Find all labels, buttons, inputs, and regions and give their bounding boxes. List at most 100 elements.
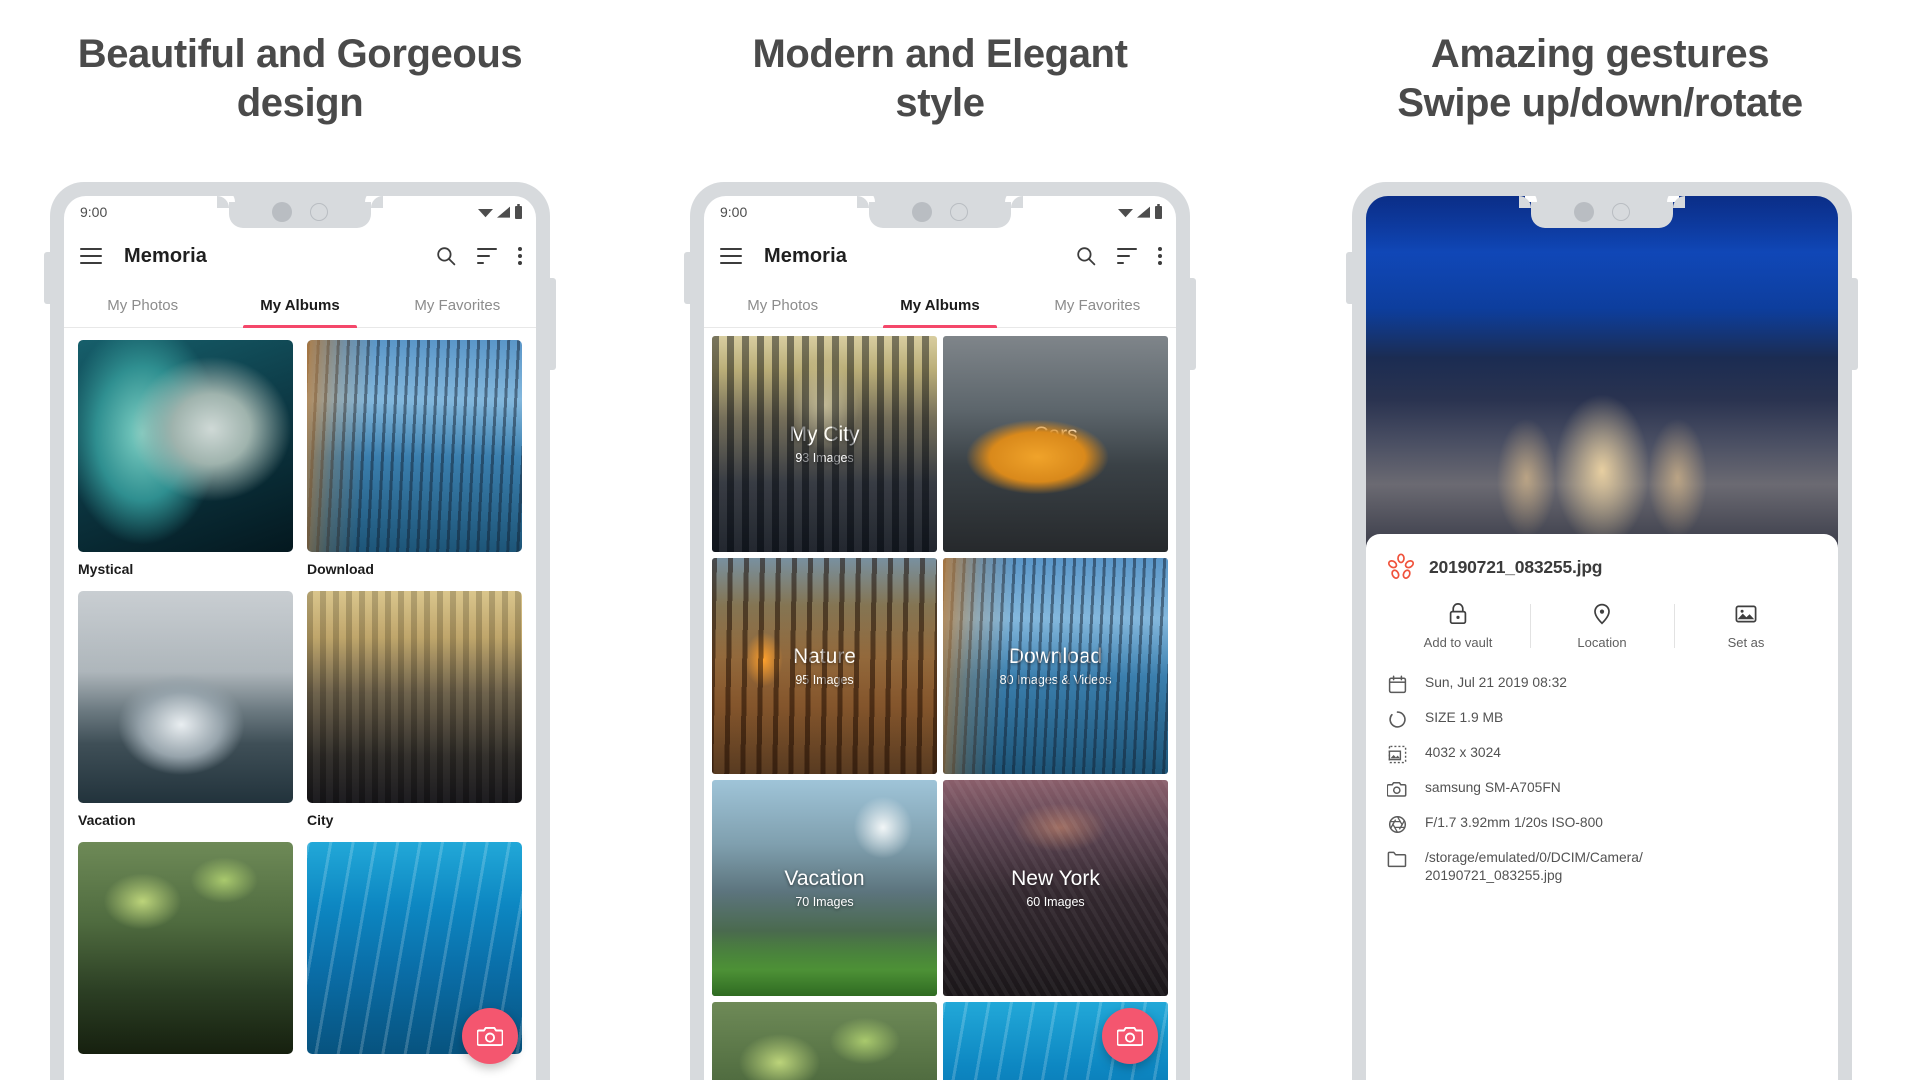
album-card[interactable]: City: [307, 591, 522, 828]
phone-screen-2: 9:00 Memoria My Photos My Albums My Favo…: [704, 196, 1176, 1080]
wifi-icon: [478, 209, 493, 218]
album-tile[interactable]: My City 93 Images: [712, 336, 937, 552]
status-time: 9:00: [720, 204, 748, 220]
camera-icon: [477, 1026, 503, 1047]
tab-bar-1: My Photos My Albums My Favorites: [64, 284, 536, 328]
feature-panel-design: Beautiful and Gorgeous design 9:00 Memor…: [0, 0, 600, 1080]
status-bar-2: 9:00: [704, 196, 1176, 228]
wifi-icon: [1118, 209, 1133, 218]
metadata-text: Sun, Jul 21 2019 08:32: [1425, 675, 1567, 690]
album-tile[interactable]: New York 60 Images: [943, 780, 1168, 996]
app-bar-actions: [436, 246, 522, 266]
search-icon[interactable]: [1076, 246, 1096, 266]
album-overlay: Nature 95 Images: [712, 558, 937, 774]
phone-mockup-2: 9:00 Memoria My Photos My Albums My Favo…: [684, 182, 1196, 1080]
file-header-row: 20190721_083255.jpg: [1386, 552, 1818, 582]
screenshot-root: Beautiful and Gorgeous design 9:00 Memor…: [0, 0, 1920, 1080]
more-vertical-icon[interactable]: [1158, 247, 1162, 265]
album-card[interactable]: Vacation: [78, 591, 293, 828]
battery-icon: [515, 203, 522, 219]
camera-fab-button[interactable]: [1102, 1008, 1158, 1064]
album-card[interactable]: Mystical: [78, 340, 293, 577]
search-icon[interactable]: [436, 246, 456, 266]
status-indicators: [478, 203, 522, 219]
app-bar-1: Memoria: [64, 228, 536, 284]
album-count: 31 Images: [1026, 450, 1085, 465]
tab-my-albums[interactable]: My Albums: [221, 284, 378, 328]
album-name: City: [307, 812, 334, 828]
sort-icon[interactable]: [477, 248, 497, 264]
folder-icon: [1386, 849, 1408, 868]
metadata-list: Sun, Jul 21 2019 08:32 SIZE 1.9 MB 4032 …: [1386, 674, 1818, 895]
album-card[interactable]: [78, 842, 293, 1054]
album-card[interactable]: Download: [307, 340, 522, 577]
hamburger-menu-icon[interactable]: [720, 248, 742, 264]
album-thumbnail: [307, 591, 522, 803]
phone-mockup-3: 20190721_083255.jpg Add to vault Locatio…: [1346, 182, 1858, 1080]
metadata-row-size: SIZE 1.9 MB: [1386, 709, 1818, 729]
add-to-vault-button[interactable]: Add to vault: [1386, 602, 1530, 650]
album-tile[interactable]: Nature 95 Images: [712, 558, 937, 774]
album-name: Vacation: [78, 812, 136, 828]
feature-panel-style: Modern and Elegant style 9:00 Memoria My…: [600, 0, 1280, 1080]
signal-icon: [1137, 206, 1150, 218]
camera-icon: [1386, 779, 1408, 799]
tab-my-favorites[interactable]: My Favorites: [379, 284, 536, 327]
file-name: 20190721_083255.jpg: [1429, 556, 1603, 577]
more-vertical-icon[interactable]: [518, 247, 522, 265]
proximity-sensor-icon: [1612, 203, 1630, 221]
tab-my-albums[interactable]: My Albums: [861, 284, 1018, 328]
album-tile[interactable]: [712, 1002, 937, 1080]
album-overlay: Vacation 70 Images: [712, 780, 937, 996]
metadata-text: SIZE 1.9 MB: [1425, 710, 1504, 725]
photo-action-bar: Add to vault Location Set as: [1386, 602, 1818, 650]
album-tile[interactable]: Vacation 70 Images: [712, 780, 937, 996]
album-list-grid: Mystical Download Vacation City: [64, 328, 536, 1054]
metadata-text: F/1.7 3.92mm 1/20s ISO-800: [1425, 815, 1603, 830]
panel-3-headline-line2: Swipe up/down/rotate: [1397, 80, 1803, 125]
tab-my-photos[interactable]: My Photos: [704, 284, 861, 327]
battery-icon: [1155, 203, 1162, 219]
lock-icon: [1449, 603, 1467, 625]
panel-1-headline-line1: Beautiful and Gorgeous: [77, 32, 523, 76]
album-count: 93 Images: [795, 450, 854, 465]
metadata-row-date: Sun, Jul 21 2019 08:32: [1386, 674, 1818, 694]
set-as-button[interactable]: Set as: [1674, 602, 1818, 650]
camera-fab-button[interactable]: [462, 1008, 518, 1064]
album-name: Mystical: [78, 561, 134, 577]
location-button[interactable]: Location: [1530, 602, 1674, 650]
panel-2-headline-line1: Modern and Elegant: [752, 32, 1128, 76]
app-bar-actions: [1076, 246, 1162, 266]
album-tile[interactable]: Cars 31 Images: [943, 336, 1168, 552]
album-name: Cars: [1033, 423, 1078, 447]
app-title: Memoria: [124, 244, 207, 267]
album-name: Download: [1008, 645, 1103, 669]
album-overlay: Cars 31 Images: [943, 336, 1168, 552]
flower-logo-icon: [1387, 553, 1415, 579]
metadata-row-exposure: F/1.7 3.92mm 1/20s ISO-800: [1386, 814, 1818, 834]
aperture-icon: [1386, 814, 1408, 834]
tab-my-photos[interactable]: My Photos: [64, 284, 221, 327]
status-bar-1: 9:00: [64, 196, 536, 228]
panel-1-headline-line2: design: [236, 80, 364, 125]
photo-viewer-image[interactable]: [1366, 196, 1838, 548]
album-name: Nature: [792, 645, 857, 669]
tab-bar-2: My Photos My Albums My Favorites: [704, 284, 1176, 328]
app-title: Memoria: [764, 244, 847, 267]
album-name: Vacation: [784, 867, 865, 891]
sort-icon[interactable]: [1117, 248, 1137, 264]
status-indicators: [1118, 203, 1162, 219]
tab-my-favorites[interactable]: My Favorites: [1019, 284, 1176, 327]
app-bar-2: Memoria: [704, 228, 1176, 284]
metadata-text: samsung SM-A705FN: [1425, 780, 1561, 795]
album-thumbnail: [78, 591, 293, 803]
map-pin-icon: [1594, 603, 1610, 625]
phone-screen-3: 20190721_083255.jpg Add to vault Locatio…: [1366, 196, 1838, 1080]
album-count: 95 Images: [795, 672, 854, 687]
photo-info-sheet: 20190721_083255.jpg Add to vault Locatio…: [1366, 534, 1838, 904]
album-count: 60 Images: [1026, 894, 1085, 909]
feature-panel-gestures: Amazing gestures Swipe up/down/rotate 20…: [1280, 0, 1920, 1080]
album-tile[interactable]: Download 80 Images & Videos: [943, 558, 1168, 774]
hamburger-menu-icon[interactable]: [80, 248, 102, 264]
action-label: Add to vault: [1423, 635, 1493, 650]
